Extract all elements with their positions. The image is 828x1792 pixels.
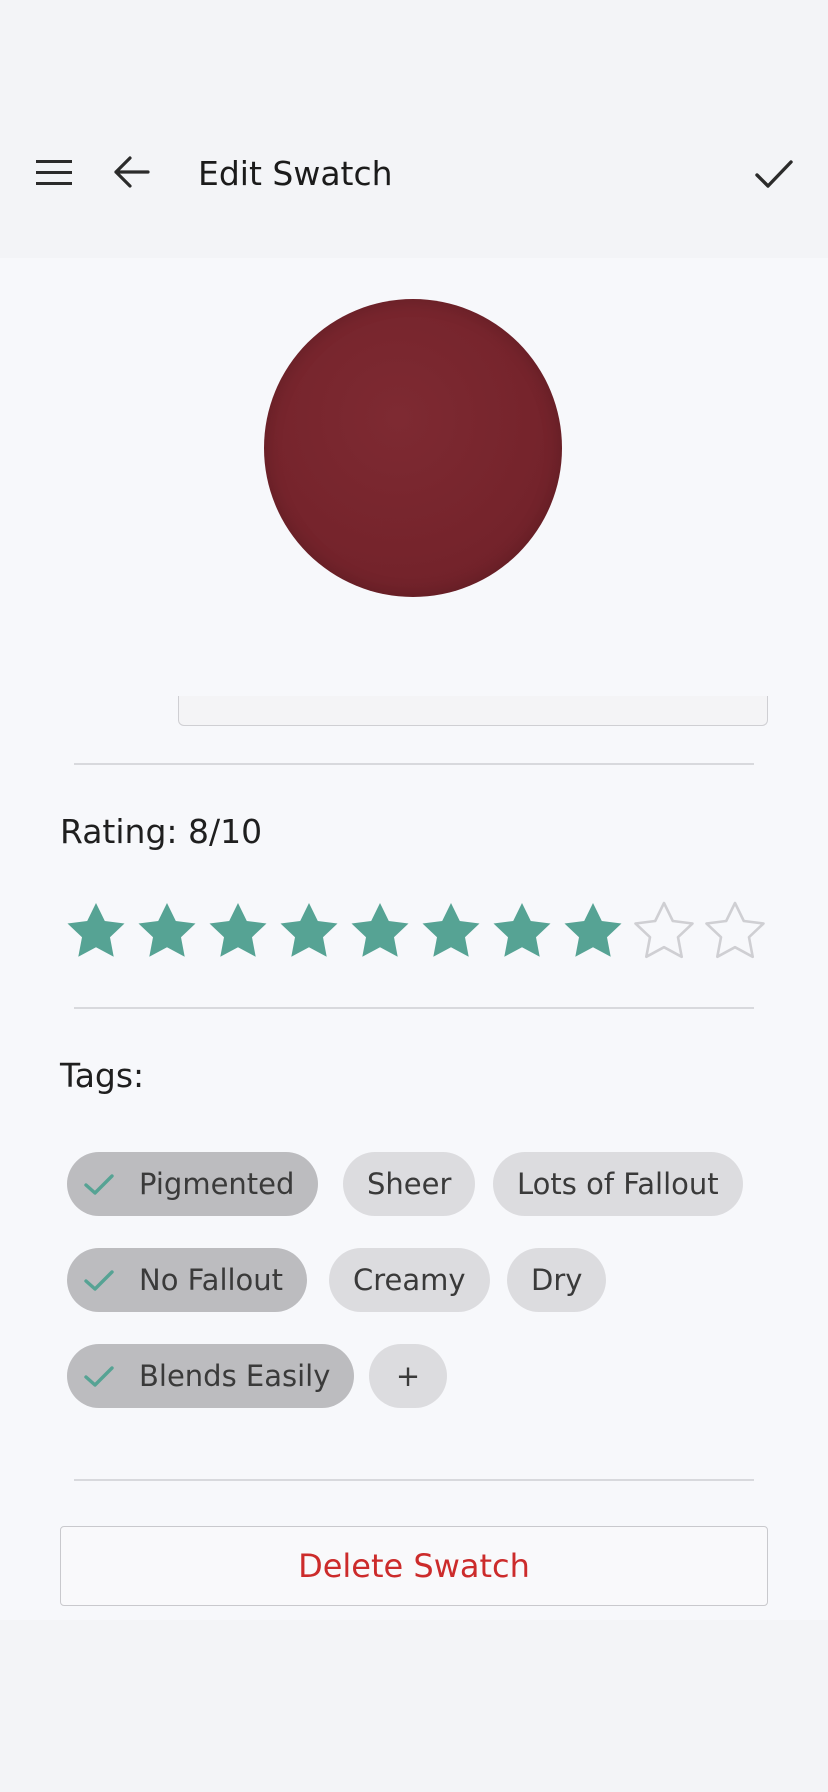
- divider: [74, 763, 754, 765]
- rating-label: Rating: 8/10: [60, 812, 263, 851]
- tag-chip-dry[interactable]: Dry: [507, 1248, 607, 1312]
- delete-swatch-button[interactable]: Delete Swatch: [60, 1526, 768, 1606]
- swatch-editor: Rating: 8/10 Tags: Pigmented Sheer Lots …: [0, 258, 828, 1620]
- star-empty-icon[interactable]: [628, 894, 699, 966]
- tag-chip-sheer[interactable]: Sheer: [343, 1152, 476, 1216]
- tag-chip-lots-of-fallout[interactable]: Lots of Fallout: [493, 1152, 743, 1216]
- tag-label: Sheer: [367, 1167, 452, 1201]
- tag-chip-no-fallout[interactable]: No Fallout: [67, 1248, 308, 1312]
- tags-label: Tags:: [60, 1056, 145, 1095]
- tag-label: No Fallout: [139, 1263, 284, 1297]
- check-icon: [81, 1262, 117, 1298]
- divider: [74, 1479, 754, 1481]
- tag-label: Pigmented: [139, 1167, 295, 1201]
- star-filled-icon[interactable]: [415, 894, 486, 966]
- star-filled-icon[interactable]: [344, 894, 415, 966]
- tag-chip-blends-easily[interactable]: Blends Easily: [67, 1344, 355, 1408]
- star-filled-icon[interactable]: [60, 894, 131, 966]
- add-tag-button[interactable]: +: [369, 1344, 447, 1408]
- tag-label: Lots of Fallout: [517, 1167, 719, 1201]
- edit-swatch-screen: Edit Swatch Rating: 8/10 Tags: Pigmented…: [0, 0, 828, 1792]
- tag-label: Dry: [531, 1263, 583, 1297]
- text-field[interactable]: [178, 696, 768, 726]
- tag-chip-pigmented[interactable]: Pigmented: [67, 1152, 319, 1216]
- checkmark-icon: [755, 160, 793, 188]
- star-filled-icon[interactable]: [486, 894, 557, 966]
- save-button[interactable]: [748, 150, 800, 198]
- tag-label: Creamy: [353, 1263, 466, 1297]
- star-filled-icon[interactable]: [131, 894, 202, 966]
- back-button[interactable]: [106, 150, 158, 194]
- star-filled-icon[interactable]: [273, 894, 344, 966]
- divider: [74, 1007, 754, 1009]
- arrow-left-icon: [114, 156, 150, 188]
- hamburger-menu-icon: [36, 160, 72, 185]
- star-filled-icon[interactable]: [202, 894, 273, 966]
- star-rating[interactable]: [60, 894, 770, 966]
- check-icon: [81, 1166, 117, 1202]
- check-icon: [81, 1358, 117, 1394]
- tag-label: Blends Easily: [139, 1359, 331, 1393]
- page-title: Edit Swatch: [198, 154, 393, 193]
- add-tag-label: +: [395, 1359, 421, 1393]
- star-filled-icon[interactable]: [557, 894, 628, 966]
- menu-button[interactable]: [28, 150, 80, 194]
- swatch-image[interactable]: [264, 299, 562, 597]
- bottom-area: [0, 1620, 828, 1792]
- app-bar: Edit Swatch: [0, 0, 828, 258]
- tag-chip-creamy[interactable]: Creamy: [329, 1248, 490, 1312]
- star-empty-icon[interactable]: [699, 894, 770, 966]
